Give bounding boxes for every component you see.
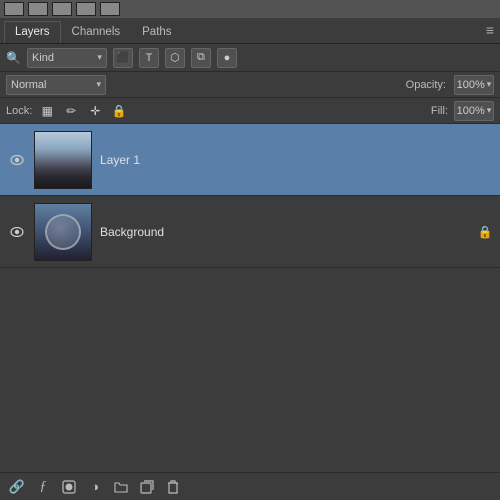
folder-icon	[114, 480, 128, 494]
layer1-thumbnail	[34, 131, 92, 189]
lock-position-button[interactable]: ✛	[86, 102, 104, 120]
lock-image-button[interactable]: ✏	[62, 102, 80, 120]
fill-input[interactable]: 100% ▾	[454, 101, 494, 121]
top-thumb-5	[100, 2, 120, 16]
top-thumb-1	[4, 2, 24, 16]
lock-pixels-button[interactable]: ▦	[38, 102, 56, 120]
layer-item-background[interactable]: Background 🔒	[0, 196, 500, 268]
layers-list: Layer 1 Background 🔒	[0, 124, 500, 472]
layer1-visibility-toggle[interactable]	[8, 151, 26, 169]
add-layer-style-button[interactable]: ƒ	[32, 476, 54, 498]
fill-label: Fill:	[431, 105, 448, 117]
fill-value-text: 100%	[457, 105, 485, 117]
lock-all-button[interactable]: 🔒	[110, 102, 128, 120]
new-layer-icon	[140, 480, 154, 494]
new-adjustment-button[interactable]: ◑	[84, 476, 106, 498]
layer1-name: Layer 1	[100, 153, 492, 167]
lock-row: Lock: ▦ ✏ ✛ 🔒 Fill: 100% ▾	[0, 98, 500, 124]
opacity-label: Opacity:	[406, 79, 446, 91]
eye-icon-svg-bg	[10, 227, 24, 237]
eye-icon-svg	[10, 155, 24, 165]
tab-channels[interactable]: Channels	[61, 21, 132, 43]
blend-mode-dropdown[interactable]: Normal ▾	[6, 75, 106, 95]
blend-mode-arrow: ▾	[96, 79, 101, 90]
new-group-button[interactable]	[110, 476, 132, 498]
mask-icon	[62, 480, 76, 494]
layer1-thumb-image	[35, 132, 91, 188]
filter-smartobject-icon[interactable]: ●	[217, 48, 237, 68]
filter-pixel-icon[interactable]: ⬛	[113, 48, 133, 68]
background-thumb-image	[35, 204, 91, 260]
filter-type-arrow: ▾	[97, 52, 102, 63]
layer-item-layer1[interactable]: Layer 1	[0, 124, 500, 196]
background-lock-icon: 🔒	[478, 225, 492, 239]
lock-label: Lock:	[6, 105, 32, 117]
tab-paths[interactable]: Paths	[131, 21, 182, 43]
top-thumb-4	[76, 2, 96, 16]
panel-menu-button[interactable]: ≡	[486, 22, 494, 38]
bottom-toolbar: 🔗 ƒ ◑	[0, 472, 500, 500]
opacity-arrow: ▾	[487, 79, 492, 90]
filter-type-icon[interactable]: ⬡	[165, 48, 185, 68]
top-thumb-3	[52, 2, 72, 16]
background-layer-name: Background	[100, 225, 470, 239]
blend-mode-value: Normal	[11, 79, 46, 91]
tabs-row: Layers Channels Paths ≡	[0, 18, 500, 44]
add-mask-button[interactable]	[58, 476, 80, 498]
new-layer-button[interactable]	[136, 476, 158, 498]
background-visibility-toggle[interactable]	[8, 223, 26, 241]
fill-arrow: ▾	[487, 105, 492, 116]
link-layers-button[interactable]: 🔗	[6, 476, 28, 498]
background-thumbnail	[34, 203, 92, 261]
opacity-input[interactable]: 100% ▾	[454, 75, 494, 95]
delete-layer-button[interactable]	[162, 476, 184, 498]
trash-icon	[167, 480, 179, 494]
blend-mode-row: Normal ▾ Opacity: 100% ▾	[0, 72, 500, 98]
top-image-strip	[0, 0, 500, 18]
opacity-value-text: 100%	[457, 79, 485, 91]
filter-adjustment-icon[interactable]: T	[139, 48, 159, 68]
filter-shape-icon[interactable]: ⧉	[191, 48, 211, 68]
filter-search-icon: 🔍	[6, 51, 21, 65]
filter-type-dropdown[interactable]: Kind ▾	[27, 48, 107, 68]
filter-row: 🔍 Kind ▾ ⬛ T ⬡ ⧉ ●	[0, 44, 500, 72]
tab-layers[interactable]: Layers	[4, 21, 61, 43]
filter-type-label: Kind	[32, 52, 54, 64]
top-thumb-2	[28, 2, 48, 16]
layers-panel: Layers Channels Paths ≡ 🔍 Kind ▾ ⬛ T ⬡ ⧉…	[0, 0, 500, 500]
